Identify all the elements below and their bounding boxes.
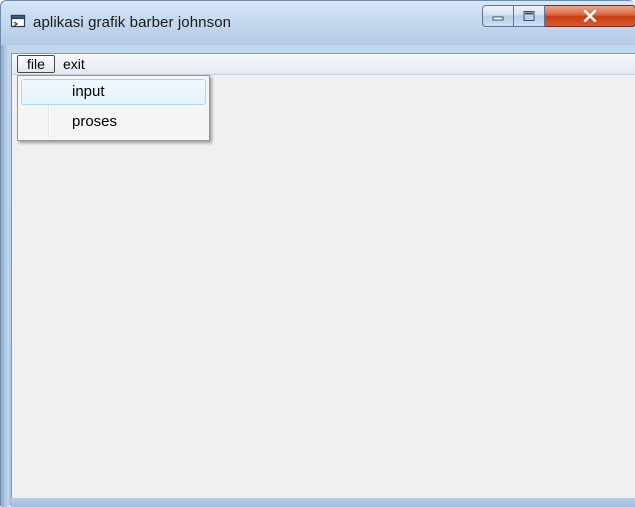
maximize-icon [523,11,535,21]
minimize-icon [492,16,504,21]
app-window-icon[interactable] [10,13,26,29]
caption-buttons [482,5,635,27]
window-frame-left [1,45,9,507]
menu-item-input[interactable]: input [21,79,206,105]
menu-bar: file exit [12,54,635,75]
maximize-button[interactable] [514,5,545,27]
menu-item-proses[interactable]: proses [21,109,206,135]
close-icon [583,10,597,22]
close-button[interactable] [545,5,635,27]
menu-exit[interactable]: exit [59,55,89,73]
minimize-button[interactable] [482,5,514,27]
title-bar[interactable]: aplikasi grafik barber johnson [1,1,635,45]
menu-file[interactable]: file [17,55,55,73]
file-dropdown-menu: input proses [17,75,210,141]
window-title: aplikasi grafik barber johnson [33,14,232,31]
